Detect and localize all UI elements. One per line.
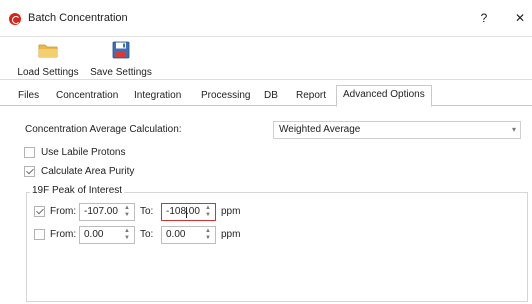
tab-db[interactable]: DB — [258, 88, 284, 106]
peak-row-2-from-label: From: — [50, 229, 77, 240]
tab-advanced-options[interactable]: Advanced Options — [336, 85, 432, 107]
avg-calc-value: Weighted Average — [279, 124, 361, 135]
save-settings-label: Save Settings — [90, 67, 152, 78]
chevron-down-icon: ▾ — [511, 125, 516, 134]
peak-row-1-to-label: To: — [140, 206, 154, 217]
peak-row-1-from-input[interactable]: -107.00 ▲ ▼ — [79, 203, 135, 221]
use-labile-label: Use Labile Protons — [41, 147, 126, 158]
spin-arrows-icon[interactable]: ▲ ▼ — [204, 205, 212, 219]
save-icon — [112, 41, 130, 59]
load-settings-button[interactable]: Load Settings — [16, 37, 80, 81]
app-logo-icon — [9, 13, 21, 25]
toolbar: Load Settings Save Settings — [0, 36, 532, 80]
tab-concentration[interactable]: Concentration — [50, 88, 124, 106]
spin-arrows-icon[interactable]: ▲ ▼ — [204, 228, 212, 242]
title-bar: Batch Concentration ? ✕ — [0, 0, 532, 36]
folder-icon — [38, 44, 58, 58]
use-labile-checkbox[interactable] — [24, 147, 35, 158]
peak-row-1-unit: ppm — [221, 206, 241, 217]
spin-arrows-icon[interactable]: ▲ ▼ — [123, 228, 131, 242]
spin-arrows-icon[interactable]: ▲ ▼ — [123, 205, 131, 219]
tab-files[interactable]: Files — [12, 88, 45, 106]
window-title: Batch Concentration — [28, 12, 128, 24]
peak-row-2-to-input[interactable]: 0.00 ▲ ▼ — [161, 226, 216, 244]
tab-bar: Files Concentration Integration Processi… — [0, 84, 532, 107]
text-caret — [186, 207, 187, 218]
save-settings-button[interactable]: Save Settings — [88, 37, 154, 81]
peak-row-2-to-label: To: — [140, 229, 154, 240]
peak-row-2-unit: ppm — [221, 229, 241, 240]
peak-row-2-from-value: 0.00 — [84, 229, 104, 240]
tab-integration[interactable]: Integration — [128, 88, 187, 106]
close-button[interactable]: ✕ — [510, 9, 530, 27]
peak-row-1-from-label: From: — [50, 206, 77, 217]
peak-row-1-to-input[interactable]: -108.00 ▲ ▼ — [161, 203, 216, 221]
calc-area-label: Calculate Area Purity — [41, 166, 135, 177]
peak-row-2-to-value: 0.00 — [166, 229, 186, 240]
avg-calc-label: Concentration Average Calculation: — [25, 124, 182, 135]
load-settings-label: Load Settings — [17, 67, 79, 78]
peak-row-2-from-input[interactable]: 0.00 ▲ ▼ — [79, 226, 135, 244]
tab-processing[interactable]: Processing — [195, 88, 256, 106]
avg-calc-select[interactable]: Weighted Average ▾ — [273, 121, 521, 139]
peak-row-1-from-value: -107.00 — [84, 206, 118, 217]
peak-row-1-checkbox[interactable] — [34, 206, 45, 217]
calc-area-checkbox[interactable] — [24, 166, 35, 177]
help-button[interactable]: ? — [474, 9, 494, 27]
peak-group-title: 19F Peak of Interest — [30, 185, 125, 196]
tab-report[interactable]: Report — [290, 88, 332, 106]
peak-row-1-to-value: -108.00 — [166, 206, 200, 217]
peak-row-2-checkbox[interactable] — [34, 229, 45, 240]
